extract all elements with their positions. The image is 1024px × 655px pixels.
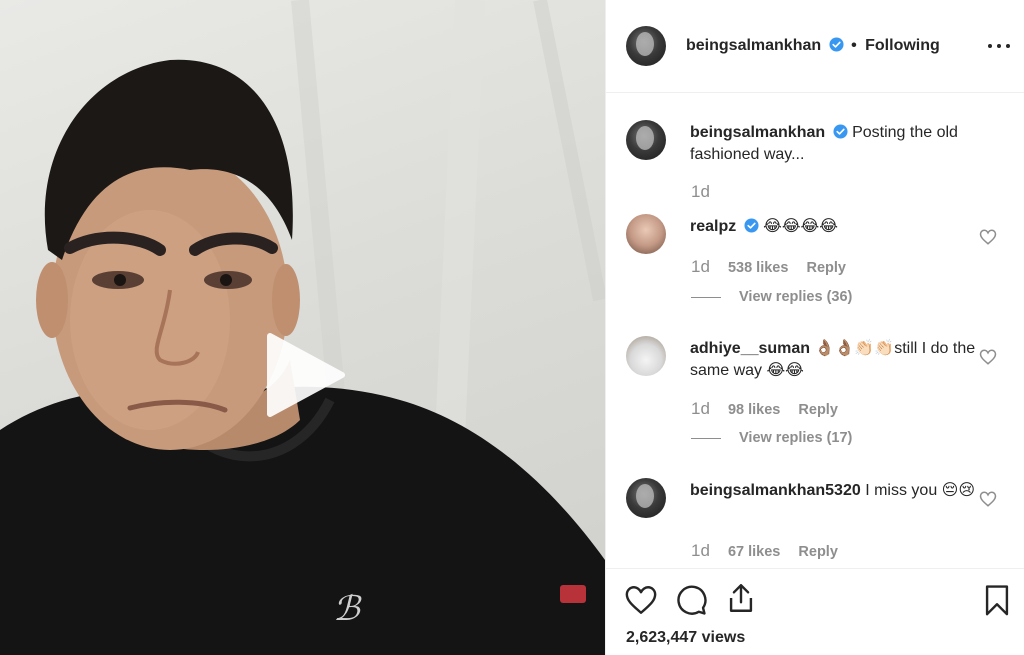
heart-outline-icon[interactable] <box>979 490 997 508</box>
avatar[interactable] <box>626 26 666 66</box>
comment-time: 1d <box>691 399 710 418</box>
view-replies-button[interactable]: View replies (17) <box>691 430 852 446</box>
comment-likes[interactable]: 98 likes <box>728 402 780 418</box>
comment-username[interactable]: adhiye__suman <box>690 340 810 357</box>
video-frame: ℬ <box>0 0 605 655</box>
comment-text-block: realpz 😂😂😂😂 <box>690 216 980 238</box>
divider <box>691 437 721 439</box>
verified-badge-icon <box>744 218 759 233</box>
video-player[interactable]: ℬ <box>0 0 605 655</box>
comments-list[interactable]: beingsalmankhan Posting the old fashione… <box>606 94 1024 568</box>
heart-outline-icon[interactable] <box>624 583 658 617</box>
post-actions: 2,623,447 views <box>606 568 1024 655</box>
header-username[interactable]: beingsalmankhan <box>686 37 821 54</box>
avatar[interactable] <box>626 478 666 518</box>
caption-text-block: beingsalmankhan Posting the old fashione… <box>690 122 980 166</box>
divider <box>691 296 721 298</box>
comment-meta: 1d 67 likes Reply <box>691 541 852 561</box>
views-label: views <box>701 629 746 646</box>
view-replies-label: View replies (17) <box>739 430 853 446</box>
comment-time: 1d <box>691 257 710 276</box>
caption-meta: 1d <box>691 182 724 202</box>
comment-likes[interactable]: 67 likes <box>728 544 780 560</box>
comment-likes[interactable]: 538 likes <box>728 260 788 276</box>
heart-outline-icon[interactable] <box>979 348 997 366</box>
avatar[interactable] <box>626 120 666 160</box>
comment-meta: 1d 538 likes Reply <box>691 257 860 277</box>
caption-username[interactable]: beingsalmankhan <box>690 124 825 141</box>
following-button[interactable]: Following <box>865 37 940 54</box>
views-count: 2,623,447 views <box>626 629 745 647</box>
comment-time: 1d <box>691 541 710 560</box>
comment-text: I miss you 😔😢 <box>865 482 976 499</box>
reply-button[interactable]: Reply <box>798 402 838 418</box>
reply-button[interactable]: Reply <box>798 544 838 560</box>
avatar[interactable] <box>626 214 666 254</box>
separator-dot: • <box>851 37 857 54</box>
comment-text-block: adhiye__suman 👌🏽👌🏽👏🏻👏🏻still I do the sam… <box>690 338 980 382</box>
views-number: 2,623,447 <box>626 629 698 646</box>
play-icon[interactable] <box>262 332 348 418</box>
reply-button[interactable]: Reply <box>806 260 846 276</box>
verified-badge-icon <box>829 37 844 52</box>
svg-text:ℬ: ℬ <box>333 589 362 629</box>
comment-username[interactable]: beingsalmankhan5320 <box>690 482 861 499</box>
post-side-panel: beingsalmankhan • Following beingsalmank… <box>605 0 1024 655</box>
comment-meta: 1d 98 likes Reply <box>691 399 852 419</box>
caption-time: 1d <box>691 182 710 201</box>
post-header: beingsalmankhan • Following <box>606 0 1024 93</box>
bookmark-icon[interactable] <box>980 583 1014 617</box>
comment-bubble-icon[interactable] <box>674 583 708 617</box>
comment-text: 😂😂😂😂 <box>763 218 838 235</box>
heart-outline-icon[interactable] <box>979 228 997 246</box>
comment-text-block: beingsalmankhan5320 I miss you 😔😢 <box>690 480 980 502</box>
avatar[interactable] <box>626 336 666 376</box>
view-replies-button[interactable]: View replies (36) <box>691 289 852 305</box>
comment-username[interactable]: realpz <box>690 218 736 235</box>
verified-badge-icon <box>833 124 848 139</box>
share-upload-icon[interactable] <box>724 581 758 615</box>
view-replies-label: View replies (36) <box>739 289 853 305</box>
header-user-row: beingsalmankhan • Following <box>686 37 940 55</box>
more-options-icon[interactable] <box>987 34 1011 58</box>
